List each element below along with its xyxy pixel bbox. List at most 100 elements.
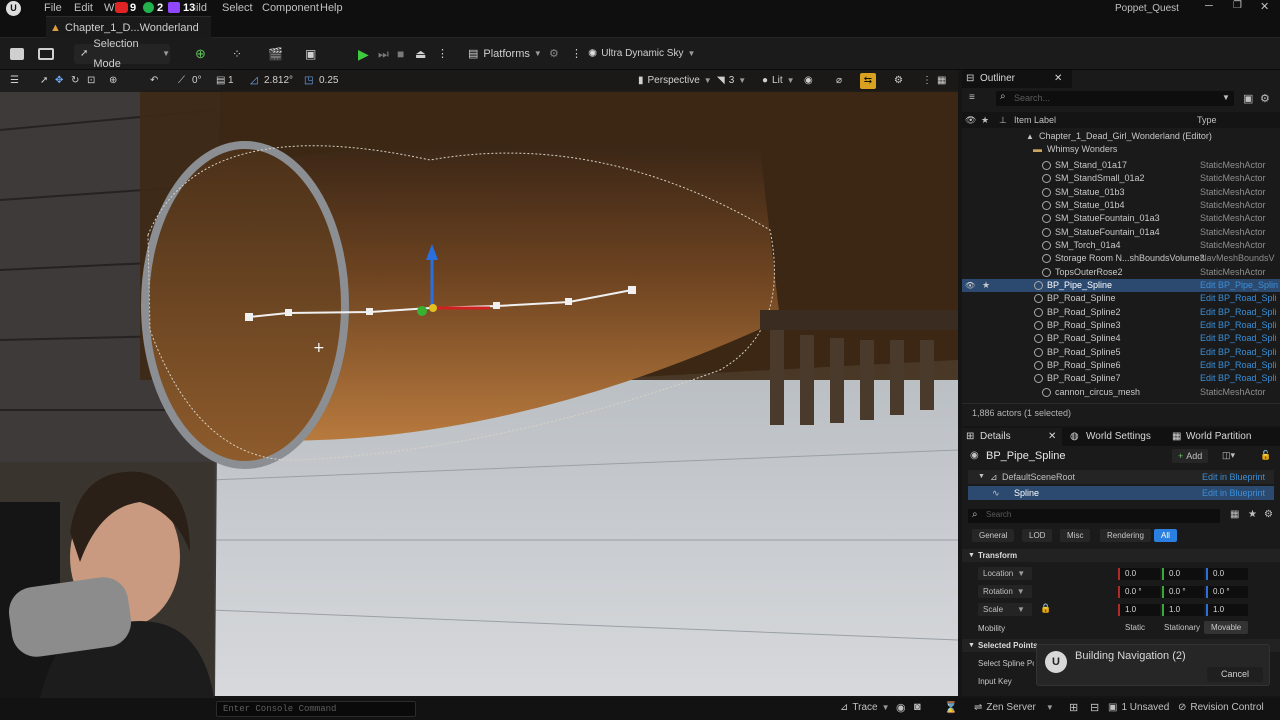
rotation-x-field[interactable]: 0.0 ° — [1118, 586, 1160, 598]
grid-snap-icon[interactable]: ▤ — [216, 73, 225, 89]
outliner-row[interactable]: SM_Stand_01a17 StaticMeshActor — [962, 159, 1280, 172]
rotation-dropdown[interactable]: Rotation ▼ — [978, 585, 1032, 598]
edit-blueprint-link[interactable]: Edit BP_Pipe_Spline — [1200, 279, 1278, 292]
eject-icon[interactable]: ⏏ — [415, 44, 426, 64]
rotation-snap-icon[interactable]: ⟋ — [178, 73, 185, 89]
surface-snap-icon[interactable]: ↶ — [150, 73, 158, 89]
step-icon[interactable]: ⏭ — [378, 44, 389, 64]
platforms-dropdown[interactable]: ▤ Platforms ▼ — [468, 44, 542, 64]
camera-speed-value[interactable]: 0.25 — [319, 73, 338, 89]
outliner-row[interactable]: BP_Road_Spline3 Edit BP_Road_Spli — [962, 319, 1280, 332]
add-actor-icon[interactable]: ⊕ — [195, 44, 206, 64]
menu-edit[interactable]: Edit — [74, 2, 93, 14]
menu-select[interactable]: Select — [222, 2, 253, 14]
edit-blueprint-link[interactable]: Edit BP_Road_Spli — [1200, 372, 1278, 385]
scale-snap-icon[interactable]: ◿ — [250, 73, 258, 89]
world-partition-tab[interactable]: ▦ World Partition — [1166, 428, 1280, 446]
close-tab-icon[interactable]: ✕ — [1048, 428, 1056, 446]
edit-blueprint-link[interactable]: Edit BP_Road_Spli — [1200, 292, 1278, 305]
mobility-static[interactable]: Static — [1118, 621, 1152, 634]
save-icon[interactable] — [10, 48, 24, 60]
component-row-spline[interactable]: ∿ Spline Edit in Blueprint — [968, 486, 1274, 500]
blueprint-options-icon[interactable]: ◫▾ — [1222, 450, 1235, 461]
lit-dropdown[interactable]: ● Lit ▼ — [762, 73, 795, 89]
expand-icon[interactable]: ▲ — [1026, 130, 1034, 143]
type-header[interactable]: Type — [1197, 112, 1217, 128]
console-input[interactable]: Enter Console Command — [216, 701, 416, 717]
performance-icon[interactable]: ⌀ — [836, 73, 842, 89]
menu-help[interactable]: Help — [320, 2, 343, 14]
filter-icon[interactable]: ≡ — [969, 92, 975, 103]
outliner-row[interactable]: BP_Road_Spline4 Edit BP_Road_Spli — [962, 332, 1280, 345]
close-icon[interactable]: ✕ — [1260, 0, 1269, 13]
filter-lod[interactable]: LOD — [1022, 529, 1053, 542]
outliner-row[interactable]: BP_Road_Spline2 Edit BP_Road_Spli — [962, 306, 1280, 319]
more-options-icon[interactable]: ⋮ — [922, 73, 932, 89]
details-search[interactable]: ⌕ Search — [968, 509, 1220, 523]
outliner-row[interactable]: BP_Road_Spline7 Edit BP_Road_Spli — [962, 372, 1280, 385]
outliner-row[interactable]: BP_Road_Spline6 Edit BP_Road_Spli — [962, 359, 1280, 372]
unsaved-button[interactable]: ▣ 1 Unsaved — [1108, 702, 1169, 713]
expand-icon[interactable]: ▼ — [978, 470, 985, 484]
outliner-row[interactable]: BP_Road_Spline Edit BP_Road_Spli — [962, 292, 1280, 305]
build-icon[interactable]: ⚙ — [549, 44, 559, 64]
favorite-icon[interactable]: ★ — [1248, 509, 1257, 520]
modes-icon[interactable]: ▣ — [305, 44, 316, 64]
zen-server-dropdown[interactable]: ⇌ Zen Server ▼ — [974, 702, 1054, 713]
world-settings-tab[interactable]: ◍ World Settings — [1062, 428, 1166, 446]
scale-z-field[interactable]: 1.0 — [1206, 604, 1248, 616]
network-icon[interactable]: ⊞ — [1069, 701, 1078, 714]
menu-build[interactable]: Build — [195, 2, 207, 14]
show-flags-icon[interactable]: ◉ — [804, 73, 813, 89]
selection-mode-dropdown[interactable]: ➚ Selection Mode ▼ — [74, 38, 170, 70]
table-view-icon[interactable]: ▦ — [1230, 509, 1239, 520]
derived-data-icon[interactable]: ⌛ — [944, 701, 958, 714]
play-icon[interactable]: ▶ — [358, 44, 369, 64]
more-options-icon[interactable]: ⋮ — [571, 44, 582, 64]
edit-blueprint-link[interactable]: Edit BP_Road_Spli — [1200, 319, 1278, 332]
camera-speed-icon[interactable]: ◳ — [304, 73, 313, 89]
transform-section-header[interactable]: ▼ Transform — [962, 549, 1280, 562]
scale-y-field[interactable]: 1.0 — [1162, 604, 1204, 616]
rotation-snap-value[interactable]: 0° — [192, 73, 202, 89]
realtime-icon[interactable]: ⇆ — [860, 73, 876, 89]
translate-tool-icon[interactable]: ✥ — [55, 73, 63, 89]
select-tool-icon[interactable]: ➚ — [40, 73, 48, 89]
maximize-icon[interactable]: ❐ — [1233, 0, 1242, 11]
scale-snap-value[interactable]: 2.812° — [264, 73, 293, 89]
filter-misc[interactable]: Misc — [1060, 529, 1091, 542]
outliner-row[interactable]: cannon_circus_mesh StaticMeshActor — [962, 386, 1280, 399]
mobility-movable[interactable]: Movable — [1204, 621, 1249, 634]
visibility-icon[interactable]: 👁 — [965, 279, 975, 292]
perspective-dropdown[interactable]: ▮ Perspective ▼ — [638, 73, 712, 89]
filter-rendering[interactable]: Rendering — [1100, 529, 1151, 542]
record-icon[interactable]: ◉ — [896, 701, 906, 714]
outliner-row[interactable]: TopsOuterRose2 StaticMeshActor — [962, 266, 1280, 279]
outliner-row[interactable]: 👁 ★ BP_Pipe_Spline Edit BP_Pipe_Spline — [962, 278, 1280, 293]
scale-x-field[interactable]: 1.0 — [1118, 604, 1160, 616]
add-component-button[interactable]: + Add — [1172, 449, 1209, 463]
settings-icon[interactable]: ⚙ — [1264, 509, 1273, 520]
layout-icon[interactable]: ▦ — [937, 73, 946, 89]
scale-dropdown[interactable]: Scale ▼ — [978, 603, 1032, 616]
edit-blueprint-link[interactable]: Edit BP_Road_Spli — [1200, 346, 1278, 359]
close-tab-icon[interactable]: ✕ — [1054, 70, 1062, 88]
cinematics-icon[interactable]: 🎬 — [268, 44, 283, 64]
camera-speed-dropdown[interactable]: ◥ 3 ▼ — [717, 73, 746, 89]
play-options-icon[interactable]: ⋮ — [437, 44, 448, 64]
unreal-logo-icon[interactable]: U — [6, 1, 21, 16]
component-row-root[interactable]: ▼ ⊿ DefaultSceneRoot Edit in Blueprint — [968, 470, 1274, 484]
content-browser-icon[interactable] — [38, 48, 54, 60]
blueprint-icon[interactable]: ⁘ — [232, 44, 242, 64]
scale-tool-icon[interactable]: ⊡ — [87, 73, 95, 89]
outliner-row[interactable]: SM_Torch_01a4 StaticMeshActor — [962, 239, 1280, 252]
ultra-dynamic-sky-dropdown[interactable]: ✺ Ultra Dynamic Sky ▼ — [588, 44, 695, 64]
rotate-tool-icon[interactable]: ↻ — [71, 73, 79, 89]
menu-component[interactable]: Component — [262, 2, 319, 14]
edit-blueprint-link[interactable]: Edit BP_Road_Spli — [1200, 332, 1278, 345]
stop-icon[interactable]: ■ — [397, 44, 404, 64]
world-space-icon[interactable]: ⊕ — [109, 73, 117, 89]
minimize-icon[interactable]: ─ — [1205, 0, 1213, 12]
trace-dropdown[interactable]: ⊿ Trace ▼ — [840, 702, 890, 713]
filter-general[interactable]: General — [972, 529, 1015, 542]
